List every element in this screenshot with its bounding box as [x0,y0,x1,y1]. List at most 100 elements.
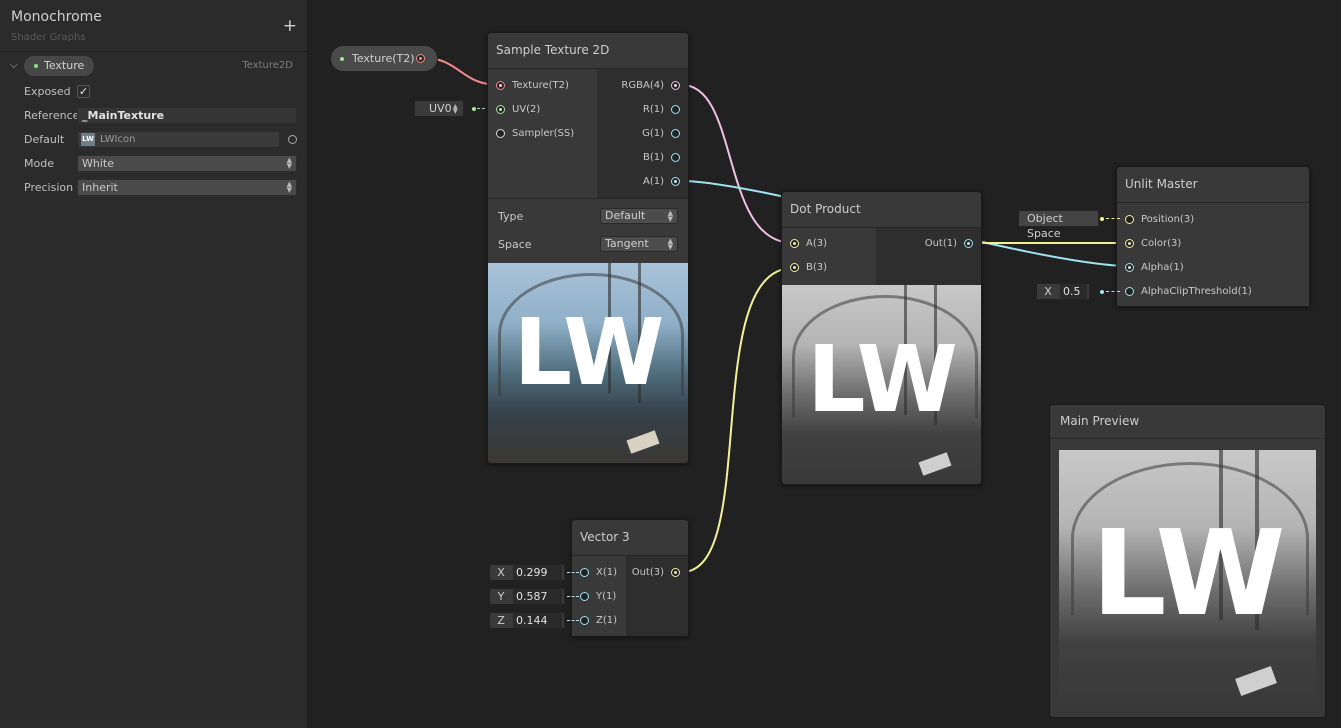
port-capsule[interactable] [1125,239,1134,248]
alpha-clip-value[interactable]: 0.5 [1060,284,1087,299]
y-value[interactable]: 0.587 [513,589,562,604]
port-rgba-out[interactable]: RGBA(4) [621,78,680,94]
port-capsule[interactable] [671,129,680,138]
port-alpha-in[interactable]: Alpha(1) [1125,260,1184,276]
uv-channel-field[interactable]: UV0 ▲ ▼ [414,100,464,117]
default-texture-name: LWIcon [100,134,136,145]
alpha-clip-field[interactable]: X 0.5 [1036,283,1090,300]
port-sampler-in[interactable]: Sampler(SS) [496,126,574,142]
row-reference: Reference _MainTexture [24,107,300,125]
port-a-out[interactable]: A(1) [643,174,680,190]
z-connector-line [567,620,579,621]
port-capsule[interactable] [671,105,680,114]
object-picker-icon[interactable] [288,135,297,144]
port-uv-in[interactable]: UV(2) [496,102,540,118]
port-y-in[interactable]: Y(1) [580,589,616,605]
port-g-out[interactable]: G(1) [642,126,680,142]
mode-value: White [82,157,114,170]
main-preview-title: Main Preview [1050,405,1325,439]
space-setting: Space Tangent ▲ ▼ [498,236,678,254]
texture-property-node[interactable]: Texture(T2) [330,45,438,72]
property-output-port[interactable] [416,54,425,63]
port-x-in[interactable]: X(1) [580,565,617,581]
type-setting: Type Default ▲ ▼ [498,208,678,226]
port-capsule[interactable] [496,129,505,138]
add-property-button[interactable]: + [283,18,297,35]
input-ports: Texture(T2) UV(2) Sampler(SS) [488,69,597,198]
dropdown-arrows-icon: ▲ ▼ [453,103,458,115]
alphaclip-connector-dot [1100,290,1104,294]
port-b-in[interactable]: B(3) [790,260,827,276]
object-space-field[interactable]: Object Space [1018,210,1099,240]
port-alphaclip-in[interactable]: AlphaClipThreshold(1) [1125,284,1252,300]
default-texture-field[interactable]: LW LWIcon [77,131,280,148]
x-value[interactable]: 0.299 [513,565,562,580]
axis-label: Y [497,590,505,603]
x-connector-line [567,572,579,573]
dropdown-arrows-icon: ▲ ▼ [667,237,673,251]
output-ports: Out(3) [626,556,688,636]
port-b-out[interactable]: B(1) [643,150,680,166]
port-capsule[interactable] [671,568,680,577]
port-capsule[interactable] [790,263,799,272]
port-r-out[interactable]: R(1) [643,102,680,118]
axis-label: X [497,566,505,579]
node-preview-image: LW [782,285,981,484]
vector3-y-field[interactable]: Y 0.587 [489,588,565,605]
uv-connector-dot [472,107,476,111]
chevron-down-icon[interactable]: ⌵ [10,60,18,71]
port-capsule[interactable] [964,239,973,248]
dot-product-node[interactable]: Dot Product A(3) B(3) Out(1) LW [781,191,982,485]
property-exposed-dot [34,64,38,68]
port-z-in[interactable]: Z(1) [580,613,617,629]
port-capsule[interactable] [580,592,589,601]
exposed-label: Exposed [24,85,71,98]
space-dropdown[interactable]: Tangent ▲ ▼ [600,236,678,252]
position-connector-line [1106,218,1120,219]
node-title: Dot Product [782,192,981,228]
precision-label: Precision [24,181,74,194]
input-ports: A(3) B(3) [782,228,876,285]
vector3-z-field[interactable]: Z 0.144 [489,612,565,629]
default-label: Default [24,133,65,146]
preview-logo-text: LW [1091,504,1285,642]
port-capsule[interactable] [671,81,680,90]
axis-label: X [1044,285,1052,298]
port-capsule[interactable] [580,568,589,577]
port-color-in[interactable]: Color(3) [1125,236,1181,252]
port-capsule[interactable] [671,153,680,162]
port-capsule[interactable] [1125,263,1134,272]
property-pill-texture[interactable]: Texture [24,56,95,76]
exposed-checkbox[interactable]: ✓ [77,85,90,98]
preview-block [918,452,952,476]
port-capsule[interactable] [496,81,505,90]
type-dropdown[interactable]: Default ▲ ▼ [600,208,678,224]
port-capsule[interactable] [580,616,589,625]
port-capsule[interactable] [1125,215,1134,224]
port-texture-in[interactable]: Texture(T2) [496,78,569,94]
row-default: Default LW LWIcon [24,131,300,149]
port-capsule[interactable] [671,177,680,186]
property-node-label: Texture(T2) [352,52,415,65]
port-capsule[interactable] [496,105,505,114]
unlit-master-node[interactable]: Unlit Master Position(3) Color(3) Alpha(… [1116,166,1310,307]
vector3-node[interactable]: Vector 3 X(1) Y(1) Z(1) Out(3) [571,519,689,637]
port-out[interactable]: Out(1) [925,236,973,252]
port-capsule[interactable] [1125,287,1134,296]
port-out[interactable]: Out(3) [632,565,680,581]
preview-block [1235,666,1277,696]
mode-dropdown[interactable]: White ▲ ▼ [77,155,297,172]
port-capsule[interactable] [790,239,799,248]
main-preview-image[interactable]: LW [1059,450,1316,707]
graph-subtitle: Shader Graphs [11,32,86,43]
precision-dropdown[interactable]: Inherit ▲ ▼ [77,179,297,196]
z-value[interactable]: 0.144 [513,613,562,628]
uv-channel-value: UV0 [429,102,452,115]
sample-texture-2d-node[interactable]: Sample Texture 2D Texture(T2) UV(2) Samp… [487,32,689,464]
reference-field[interactable]: _MainTexture [77,107,297,124]
dropdown-arrows-icon: ▲ ▼ [667,209,673,223]
vector3-x-field[interactable]: X 0.299 [489,564,565,581]
main-preview-window[interactable]: Main Preview LW [1049,404,1326,718]
port-position-in[interactable]: Position(3) [1125,212,1194,228]
port-a-in[interactable]: A(3) [790,236,827,252]
